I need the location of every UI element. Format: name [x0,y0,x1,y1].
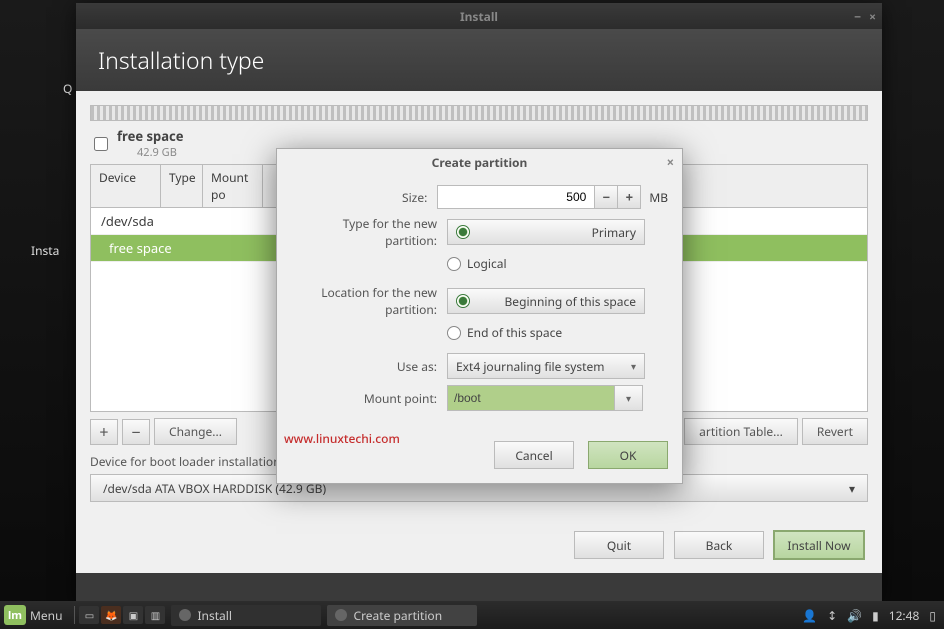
user-icon[interactable]: 👤 [802,607,817,624]
radio-logical[interactable]: Logical [447,255,507,272]
task-label: Install [197,607,232,624]
quicklaunch: ▭ 🦊 ▣ ▥ [79,606,165,624]
task-label: Create partition [353,607,442,624]
size-decrement-button[interactable]: − [594,185,618,209]
freespace-label: free space [117,127,183,145]
window-controls: − × [854,8,876,25]
volume-icon[interactable]: 🔊 [847,607,862,624]
radio-primary[interactable]: Primary [447,219,645,245]
size-increment-button[interactable]: + [617,185,641,209]
chevron-down-icon: ▾ [849,480,855,497]
row-text: free space [109,239,172,257]
size-input[interactable] [437,185,595,209]
separator [74,606,75,624]
new-partition-table-button[interactable]: artition Table... [684,418,798,445]
add-partition-button[interactable]: + [90,419,118,445]
radio-beginning[interactable]: Beginning of this space [447,288,645,314]
behind-text-2: Insta [31,242,59,259]
close-icon[interactable]: × [869,8,876,25]
freespace-size: 42.9 GB [137,145,183,160]
use-as-select[interactable]: Ext4 journaling file system ▾ [447,353,645,379]
show-desktop-icon[interactable]: ▭ [79,606,99,624]
partition-bar[interactable] [90,105,868,121]
battery-icon[interactable]: ▮ [872,607,879,624]
row-text: /dev/sda [101,212,154,230]
type-label: Type for the new partition: [291,215,447,249]
radio-icon [456,294,470,308]
files-icon[interactable]: ▥ [145,606,165,624]
col-mount[interactable]: Mount po [203,165,263,207]
wizard-footer: Quit Back Install Now [574,531,864,559]
footer-decoration [76,573,882,601]
chevron-down-icon: ▾ [631,359,636,373]
install-now-button[interactable]: Install Now [774,531,864,559]
terminal-icon[interactable]: ▣ [123,606,143,624]
app-icon [335,609,347,621]
window-title: Install [460,8,498,25]
network-icon[interactable]: ↕ [827,607,837,624]
page-heading: Installation type [76,29,882,91]
behind-text-1: Q [63,80,72,97]
ok-button[interactable]: OK [588,441,668,469]
tray-toggle-icon[interactable]: ▯ [929,607,936,624]
dialog-title: Create partition [432,154,528,171]
col-device[interactable]: Device [91,165,161,207]
chevron-down-icon: ▾ [626,391,631,405]
window-titlebar[interactable]: Install − × [76,3,882,29]
taskbar-item-install[interactable]: Install [171,605,321,626]
close-icon[interactable]: × [667,153,674,171]
remove-partition-button[interactable]: − [122,419,150,445]
use-as-value: Ext4 journaling file system [456,358,604,375]
size-label: Size: [291,189,437,206]
radio-icon [447,326,461,340]
mount-point-input[interactable] [447,385,615,411]
system-tray: 👤 ↕ 🔊 ▮ 12:48 ▯ [802,607,944,624]
firefox-icon[interactable]: 🦊 [101,606,121,624]
mount-point-label: Mount point: [291,390,447,407]
taskbar: lm Menu ▭ 🦊 ▣ ▥ Install Create partition… [0,601,944,629]
change-button[interactable]: Change... [154,418,237,445]
quit-button[interactable]: Quit [574,531,664,559]
taskbar-item-create-partition[interactable]: Create partition [327,605,477,626]
mount-point-dropdown-button[interactable]: ▾ [615,385,643,411]
app-icon [179,609,191,621]
start-menu-icon[interactable]: lm [4,605,26,625]
cancel-button[interactable]: Cancel [494,441,574,469]
radio-end[interactable]: End of this space [447,324,562,341]
location-label: Location for the new partition: [291,284,447,318]
minimize-icon[interactable]: − [854,8,861,25]
size-unit: MB [649,189,668,206]
radio-icon [447,257,461,271]
revert-button[interactable]: Revert [802,418,868,445]
page-title: Installation type [98,44,264,76]
dialog-titlebar[interactable]: Create partition × [277,149,682,175]
clock[interactable]: 12:48 [889,607,920,624]
col-type[interactable]: Type [161,165,203,207]
back-button[interactable]: Back [674,531,764,559]
watermark: www.linuxtechi.com [284,430,400,447]
radio-icon [456,225,470,239]
use-as-label: Use as: [291,358,447,375]
freespace-checkbox[interactable] [94,137,108,151]
start-menu-button[interactable]: Menu [30,607,62,624]
